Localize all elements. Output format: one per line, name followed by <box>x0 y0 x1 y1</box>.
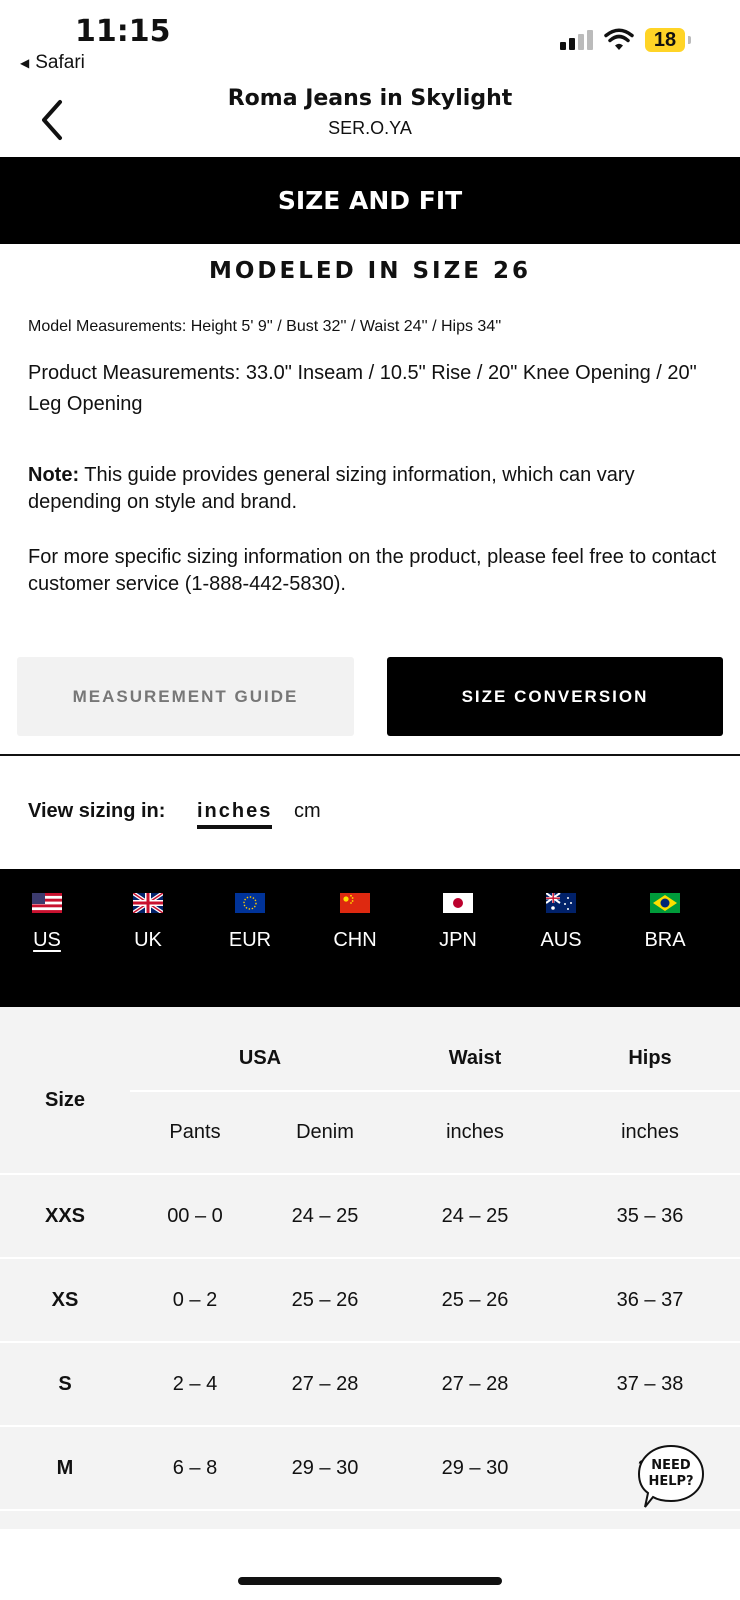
region-label: UK <box>134 929 162 951</box>
region-tab-us[interactable]: US <box>0 893 97 952</box>
waist-cell: 29 – 30 <box>441 1457 509 1479</box>
size-cell: XXS <box>44 1205 86 1227</box>
denim-cell: 27 – 28 <box>291 1373 359 1395</box>
region-tab-uk[interactable]: UK <box>98 893 198 952</box>
product-title: Roma Jeans in Skylight <box>227 86 513 111</box>
modeled-size-heading: MODELED IN SIZE 26 <box>208 258 532 284</box>
sizing-note: Note: This guide provides general sizing… <box>28 462 718 516</box>
waist-cell: 24 – 25 <box>441 1205 509 1227</box>
back-triangle-icon: ◀ <box>20 56 30 70</box>
region-label: JPN <box>439 929 477 951</box>
status-time: 11:15 <box>75 14 171 49</box>
size-conversion-tab[interactable]: SIZE CONVERSION <box>387 657 723 736</box>
region-label: US <box>33 929 61 951</box>
hips-unit-header: inches <box>621 1121 679 1143</box>
denim-sub-header: Denim <box>296 1121 354 1143</box>
japan-flag-icon <box>443 893 473 913</box>
eu-flag-icon <box>235 893 265 913</box>
size-cell: M <box>56 1457 74 1479</box>
denim-cell: 29 – 30 <box>291 1457 359 1479</box>
denim-cell: 25 – 26 <box>291 1289 359 1311</box>
hips-cell: 36 – 37 <box>616 1289 684 1311</box>
size-cell: S <box>58 1373 72 1395</box>
header-divider <box>130 1090 740 1092</box>
unit-cm-toggle[interactable]: cm <box>294 800 321 823</box>
region-tab-bra[interactable]: BRA <box>615 893 715 952</box>
note-label: Note: <box>28 464 80 486</box>
region-tab-eur[interactable]: EUR <box>200 893 300 952</box>
us-flag-icon <box>32 893 62 913</box>
china-flag-icon <box>340 893 370 913</box>
australia-flag-icon <box>546 893 576 913</box>
row-divider <box>0 1425 740 1427</box>
uk-flag-icon <box>133 893 163 913</box>
region-label: BRA <box>644 929 686 951</box>
size-cell: XS <box>51 1289 79 1311</box>
unit-inches-toggle[interactable]: inches <box>197 800 273 829</box>
divider <box>0 754 740 756</box>
battery-cap <box>688 36 691 44</box>
need-help-line1: NEED <box>651 1458 691 1473</box>
row-divider <box>0 1341 740 1343</box>
hips-cell: 37 – 38 <box>616 1373 684 1395</box>
pants-cell: 00 – 0 <box>167 1205 223 1227</box>
measurement-guide-tab[interactable]: MEASUREMENT GUIDE <box>17 657 354 736</box>
region-tab-aus[interactable]: AUS <box>511 893 611 952</box>
customer-service-info: For more specific sizing information on … <box>28 546 717 595</box>
home-indicator[interactable] <box>238 1577 502 1585</box>
waist-cell: 25 – 26 <box>441 1289 509 1311</box>
product-measurements: Product Measurements: 33.0" Inseam / 10.… <box>28 362 697 415</box>
size-and-fit-banner: SIZE AND FIT <box>0 157 740 244</box>
usa-group-header: USA <box>238 1047 282 1069</box>
need-help-line2: HELP? <box>648 1474 694 1489</box>
row-divider <box>0 1173 740 1175</box>
hips-group-header: Hips <box>628 1047 672 1069</box>
cellular-signal-icon <box>560 30 593 50</box>
view-sizing-label: View sizing in: <box>28 800 166 822</box>
hips-cell: 35 – 36 <box>616 1205 684 1227</box>
waist-unit-header: inches <box>446 1121 504 1143</box>
size-column-header: Size <box>44 1089 86 1111</box>
denim-cell: 24 – 25 <box>291 1205 359 1227</box>
region-label: CHN <box>333 929 377 951</box>
note-text: This guide provides general sizing infor… <box>28 464 635 513</box>
model-measurements: Model Measurements: Height 5' 9'' / Bust… <box>28 318 502 335</box>
region-label: AUS <box>540 929 582 951</box>
back-app-label: Safari <box>35 52 85 73</box>
waist-cell: 27 – 28 <box>441 1373 509 1395</box>
pants-cell: 6 – 8 <box>172 1457 218 1479</box>
region-tab-chn[interactable]: CHN <box>305 893 405 952</box>
size-table: Size USA Waist Hips Pants Denim inches i… <box>0 1007 740 1529</box>
brazil-flag-icon <box>650 893 680 913</box>
region-label: EUR <box>228 929 272 951</box>
pants-cell: 0 – 2 <box>172 1289 218 1311</box>
need-help-button[interactable]: NEED HELP? <box>636 1444 706 1510</box>
back-to-app-link[interactable]: ◀ Safari <box>20 52 85 74</box>
brand-name: SER.O.YA <box>328 118 412 138</box>
row-divider <box>0 1257 740 1259</box>
region-selector: US UK EUR CHN JPN AUS BRA <box>0 869 740 1007</box>
pants-sub-header: Pants <box>169 1121 221 1143</box>
waist-group-header: Waist <box>448 1047 502 1069</box>
row-divider <box>0 1509 740 1511</box>
battery-indicator: 18 <box>645 28 685 52</box>
wifi-icon <box>604 28 634 50</box>
region-tab-jpn[interactable]: JPN <box>408 893 508 952</box>
pants-cell: 2 – 4 <box>172 1373 218 1395</box>
